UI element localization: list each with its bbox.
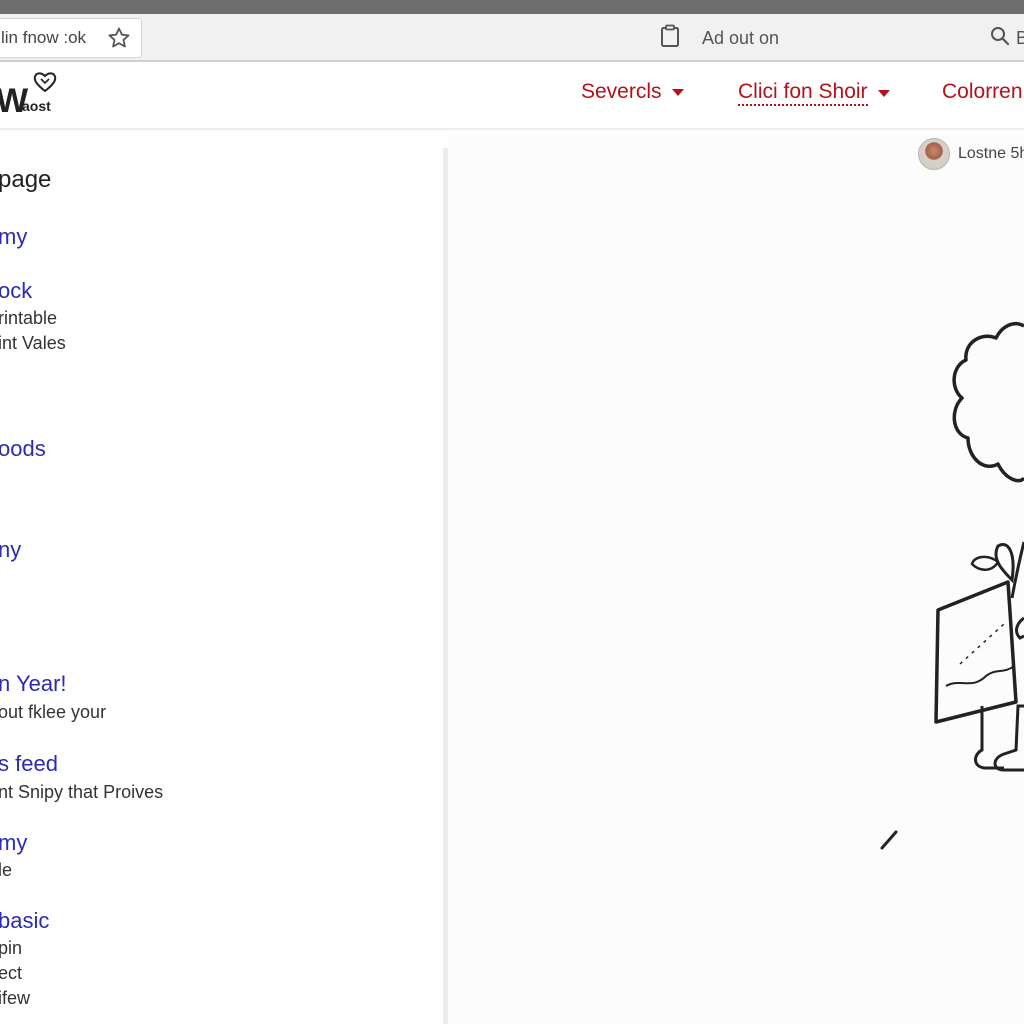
sidebar-description: nt Snipy that Proives	[0, 782, 164, 802]
sidebar: page my ock rintable int Vales oods ny n…	[0, 140, 440, 1024]
clipboard-icon	[660, 24, 680, 53]
sidebar-description: ifew	[0, 988, 31, 1008]
window-top-strip	[0, 0, 1024, 14]
star-icon[interactable]	[107, 26, 131, 55]
nav-colorren[interactable]: Colorren	[942, 80, 1023, 104]
sidebar-link[interactable]: my	[0, 224, 27, 250]
heart-icon	[32, 70, 58, 99]
search-label: B	[1016, 27, 1024, 48]
nav-label: Clici fon Shoir	[738, 80, 868, 106]
address-bar[interactable]: lin fnow :ok	[0, 18, 142, 58]
browser-toolbar: lin fnow :ok Ad out on B	[0, 14, 1024, 62]
sidebar-link[interactable]: my	[0, 830, 27, 856]
sidebar-link[interactable]: ock	[0, 278, 32, 304]
sidebar-description: pin	[0, 938, 23, 958]
user-profile[interactable]: Lostne 5h	[918, 138, 1024, 170]
avatar	[918, 138, 950, 170]
sidebar-title: page	[0, 166, 52, 193]
sidebar-link[interactable]: ny	[0, 537, 21, 563]
sidebar-description: ect	[0, 963, 23, 983]
logo-small-text: aost	[22, 98, 51, 114]
sidebar-description: rintable	[0, 308, 58, 328]
sidebar-link[interactable]: n Year!	[0, 671, 67, 697]
ad-label: Ad out on	[702, 27, 780, 48]
sidebar-link[interactable]: basic	[0, 908, 49, 934]
nav-label: Severcls	[581, 80, 662, 103]
nav-severcls[interactable]: Severcls	[581, 80, 684, 104]
sidebar-description: int Vales	[0, 333, 66, 353]
search-icon	[990, 26, 1010, 51]
address-text: lin fnow :ok	[1, 28, 87, 47]
sidebar-description: le	[0, 860, 13, 880]
sidebar-link[interactable]: s feed	[0, 751, 58, 777]
site-header: W aost Severcls Clici fon Shoir Colorren	[0, 64, 1024, 130]
sidebar-description: out fklee your	[0, 702, 107, 722]
caret-down-icon	[671, 88, 684, 96]
search-button[interactable]: B	[990, 24, 1024, 52]
site-logo[interactable]: W aost	[0, 72, 66, 124]
coloring-illustration	[880, 321, 1024, 850]
nav-clici-fon-shoir[interactable]: Clici fon Shoir	[738, 80, 890, 106]
sidebar-link[interactable]: oods	[0, 436, 46, 462]
ad-indicator[interactable]: Ad out on	[660, 24, 779, 52]
caret-down-icon	[877, 89, 890, 97]
nav-label: Colorren	[942, 80, 1023, 103]
user-name: Lostne 5h	[958, 145, 1024, 162]
